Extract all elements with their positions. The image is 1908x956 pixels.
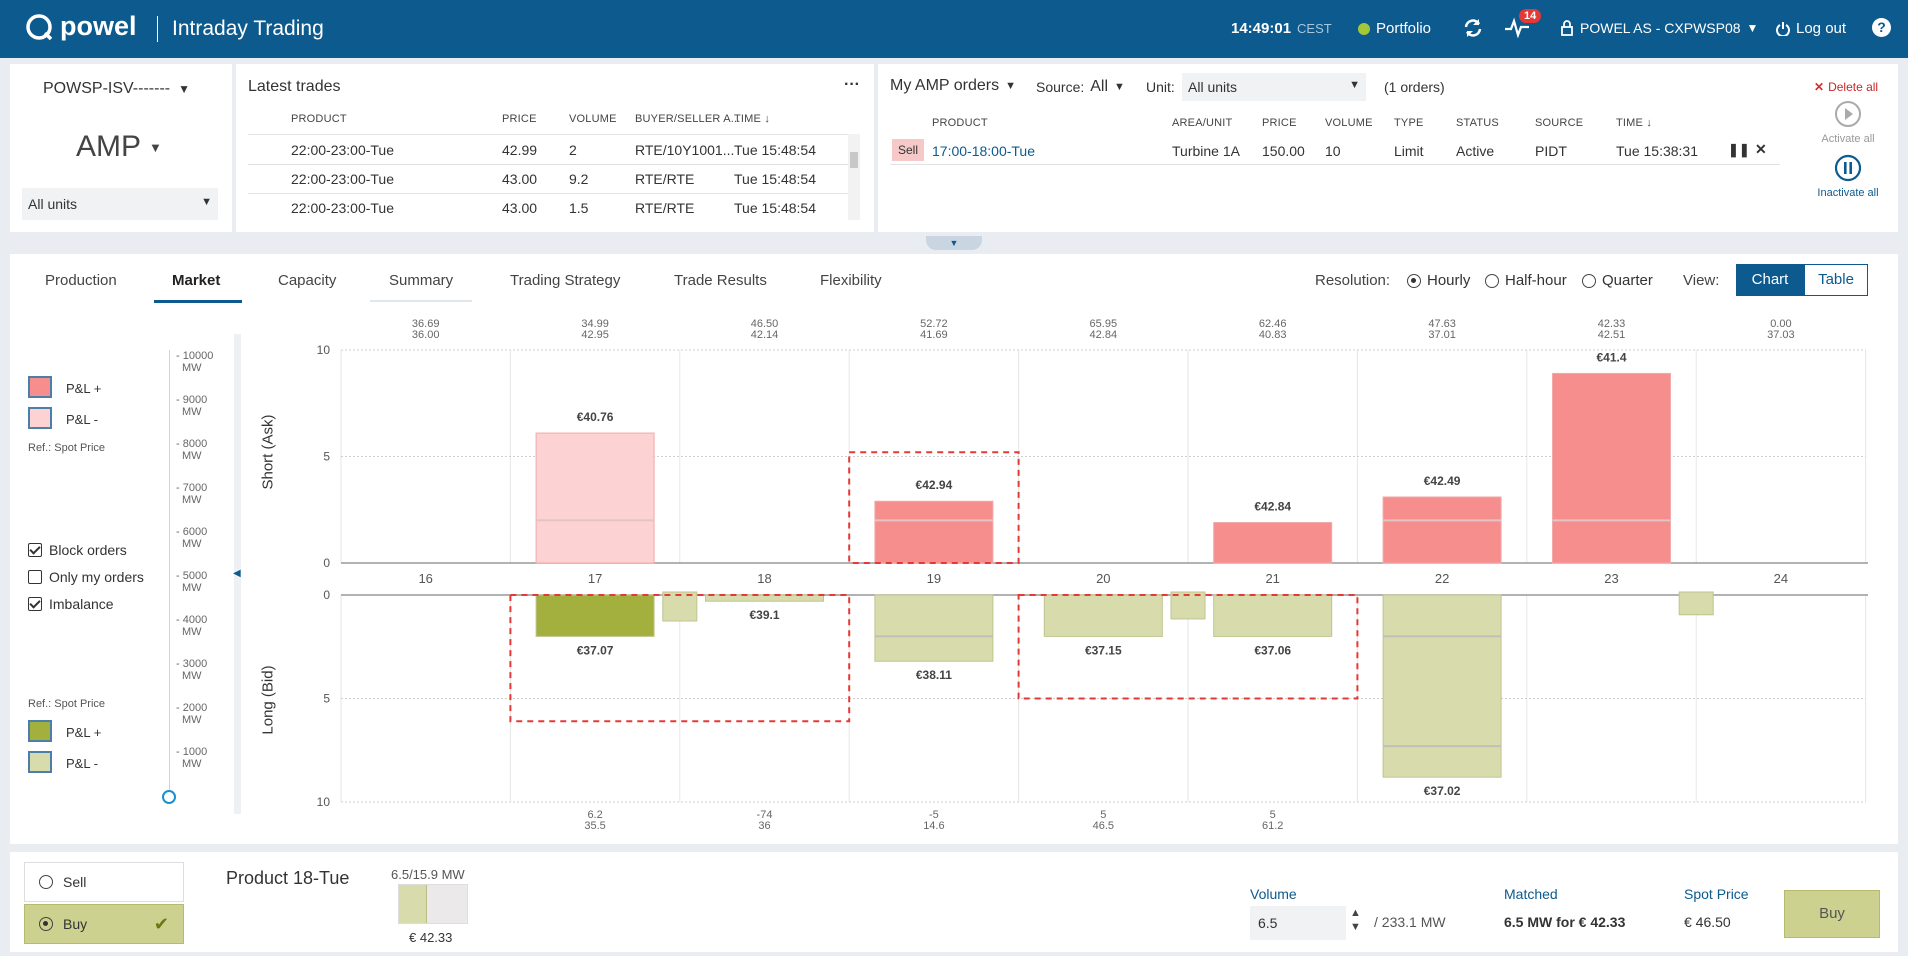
ask-price-label: €42.94 xyxy=(916,478,953,492)
volume-stepper[interactable]: ▲ ▼ xyxy=(1350,906,1361,934)
product-fill-bar xyxy=(398,884,468,924)
sell-option[interactable]: Sell xyxy=(24,862,184,902)
bid-price-label: €37.07 xyxy=(577,643,614,657)
bid-price-label: €37.02 xyxy=(1424,784,1461,798)
volume-input[interactable]: 6.5 xyxy=(1250,906,1346,940)
buy-button[interactable]: Buy xyxy=(1784,890,1880,938)
bottom-value-label: 36 xyxy=(758,820,770,832)
bottom-value-label: 35.5 xyxy=(584,820,605,832)
y-tick-label: 10 xyxy=(317,343,331,357)
bottom-value-label: 14.6 xyxy=(923,820,944,832)
top-price-label: 40.83 xyxy=(1259,329,1287,341)
y-tick-label: 0 xyxy=(323,556,330,570)
x-tick-label: 21 xyxy=(1265,571,1279,586)
bid-bar xyxy=(1382,594,1502,778)
order-entry-panel xyxy=(10,852,1898,952)
volume-label: Volume xyxy=(1250,886,1297,902)
imbalance-bar xyxy=(1678,591,1714,616)
bid-bar xyxy=(874,594,994,662)
x-tick-label: 22 xyxy=(1435,571,1449,586)
x-tick-label: 20 xyxy=(1096,571,1110,586)
bid-bar xyxy=(1043,594,1163,637)
buy-label: Buy xyxy=(63,916,88,932)
x-tick-label: 16 xyxy=(418,571,432,586)
radio-icon xyxy=(39,917,53,931)
bid-price-label: €37.06 xyxy=(1254,643,1291,657)
top-price-label: 42.14 xyxy=(751,329,779,341)
spot-price-label: Spot Price xyxy=(1684,886,1749,902)
top-price-label: 41.69 xyxy=(920,329,948,341)
lower-axis-title: Long (Bid) xyxy=(259,665,277,735)
product-price: € 42.33 xyxy=(409,930,453,945)
volume-max: / 233.1 MW xyxy=(1374,914,1446,930)
y-tick-label: 5 xyxy=(323,692,330,706)
bid-price-label: €39.1 xyxy=(749,608,779,622)
top-price-label: 37.03 xyxy=(1767,329,1795,341)
y-tick-label: 0 xyxy=(323,588,330,602)
ask-bar xyxy=(874,500,994,564)
product-ratio: 6.5/15.9 MW xyxy=(391,867,465,882)
x-tick-label: 23 xyxy=(1604,571,1618,586)
top-price-label: 42.84 xyxy=(1090,329,1118,341)
sell-label: Sell xyxy=(63,874,87,890)
ask-bar xyxy=(535,432,655,564)
bid-bar xyxy=(535,594,655,637)
ask-bar xyxy=(1382,496,1502,564)
y-tick-label: 10 xyxy=(317,795,331,809)
ask-price-label: €42.84 xyxy=(1254,500,1291,514)
top-price-label: 37.01 xyxy=(1428,329,1456,341)
product-fill xyxy=(399,885,427,923)
ask-price-label: €42.49 xyxy=(1424,474,1461,488)
spot-price-value: € 46.50 xyxy=(1684,914,1731,930)
top-price-label: 36.00 xyxy=(412,329,440,341)
product-title: Product 18-Tue xyxy=(226,868,350,888)
market-chart: 105005101636.6936.001734.9942.956.235.5€… xyxy=(317,318,1868,832)
bid-price-label: €37.15 xyxy=(1085,643,1122,657)
bid-price-label: €38.11 xyxy=(916,668,952,682)
bid-bar xyxy=(1213,594,1333,637)
imbalance-bar xyxy=(662,591,698,622)
matched-value: 6.5 MW for € 42.33 xyxy=(1504,914,1626,930)
ask-price-label: €41.4 xyxy=(1596,350,1626,364)
matched-label: Matched xyxy=(1504,886,1558,902)
ask-price-label: €40.76 xyxy=(577,410,614,424)
checkmark-icon: ✔ xyxy=(153,913,169,934)
x-tick-label: 24 xyxy=(1774,571,1788,586)
chevron-down-icon[interactable]: ▼ xyxy=(1350,920,1361,934)
top-price-label: 42.51 xyxy=(1598,329,1626,341)
buy-option[interactable]: Buy ✔ xyxy=(24,904,184,944)
x-tick-label: 18 xyxy=(757,571,771,586)
bottom-value-label: 46.5 xyxy=(1093,820,1114,832)
imbalance-bar xyxy=(1170,591,1206,620)
y-tick-label: 5 xyxy=(323,450,330,464)
ask-bar xyxy=(1552,372,1671,564)
upper-axis-title: Short (Ask) xyxy=(259,414,277,490)
bottom-value-label: 61.2 xyxy=(1262,820,1283,832)
x-tick-label: 17 xyxy=(588,571,602,586)
top-price-label: 42.95 xyxy=(581,329,609,341)
chevron-up-icon[interactable]: ▲ xyxy=(1350,906,1361,920)
x-tick-label: 19 xyxy=(927,571,941,586)
ask-bar xyxy=(1213,522,1333,564)
radio-icon xyxy=(39,875,53,889)
